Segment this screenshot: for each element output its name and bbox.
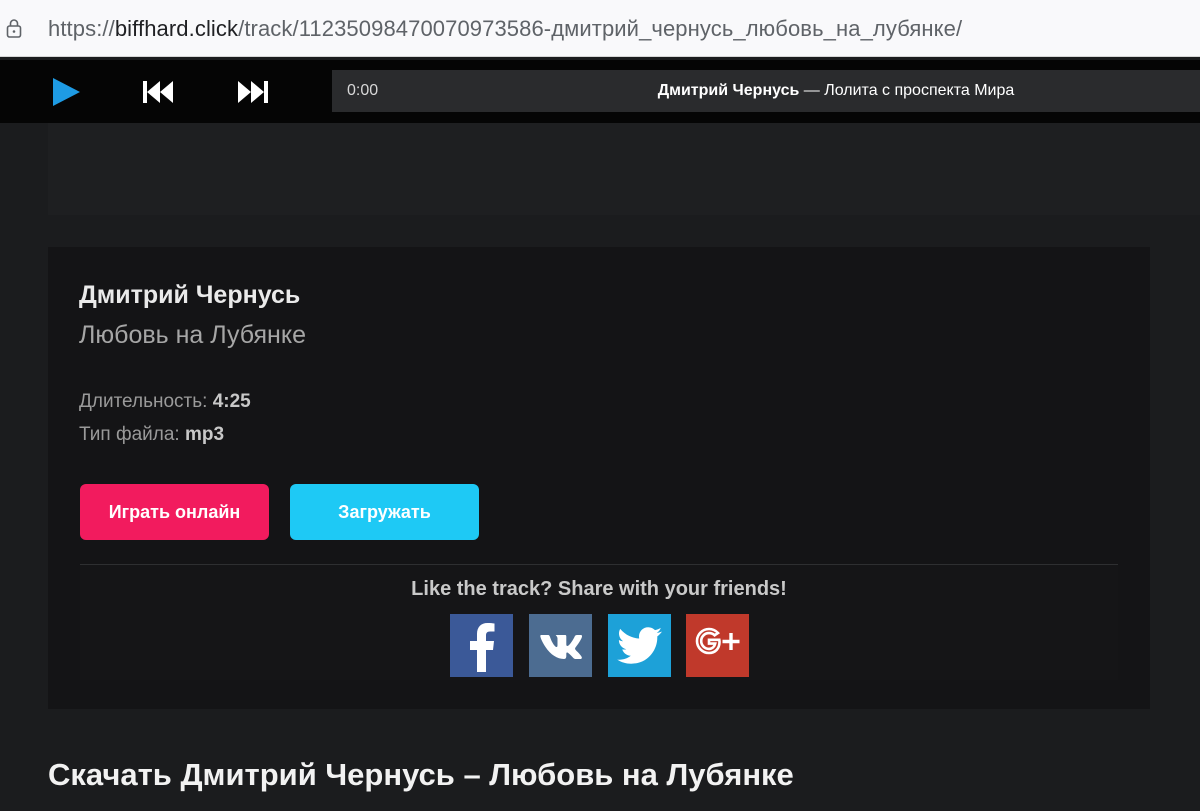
track-card: Дмитрий Чернусь Любовь на Лубянке Длител… xyxy=(48,247,1150,709)
now-playing-artist: Дмитрий Чернусь xyxy=(657,82,800,99)
facebook-icon xyxy=(469,622,494,672)
google-plus-icon xyxy=(695,627,739,654)
share-twitter-button[interactable] xyxy=(608,614,671,677)
ad-placeholder xyxy=(48,123,1200,215)
track-filetype: Тип файла: mp3 xyxy=(79,424,224,446)
now-playing-text: Дмитрий Чернусь — Лолита с проспекта Мир… xyxy=(332,82,1200,100)
share-facebook-button[interactable] xyxy=(450,614,513,677)
download-button[interactable]: Загружать xyxy=(290,484,479,540)
browser-address-bar[interactable]: https://biffhard.click/track/11235098470… xyxy=(0,0,1200,57)
url-text[interactable]: https://biffhard.click/track/11235098470… xyxy=(48,16,962,42)
track-title: Любовь на Лубянке xyxy=(79,321,306,349)
play-online-button[interactable]: Играть онлайн xyxy=(80,484,269,540)
url-prefix: https:// xyxy=(48,16,115,41)
page-heading: Скачать Дмитрий Чернусь – Любовь на Лубя… xyxy=(48,757,794,792)
share-caption: Like the track? Share with your friends! xyxy=(411,578,787,600)
previous-track-button[interactable] xyxy=(128,60,188,123)
url-domain: biffhard.click xyxy=(114,16,239,41)
duration-label: Длительность: xyxy=(79,391,213,412)
lock-icon xyxy=(6,19,22,38)
track-progress-bar[interactable]: 0:00 Дмитрий Чернусь — Лолита с проспект… xyxy=(332,70,1200,112)
duration-value: 4:25 xyxy=(212,391,251,412)
previous-track-icon xyxy=(143,80,173,103)
next-track-button[interactable] xyxy=(223,60,283,123)
url-path: /track/11235098470070973586-дмитрий_черн… xyxy=(238,16,963,41)
share-section: Like the track? Share with your friends! xyxy=(80,564,1118,680)
now-playing-title: — Лолита с проспекта Мира xyxy=(799,82,1015,99)
filetype-value: mp3 xyxy=(184,424,225,445)
share-google-plus-button[interactable] xyxy=(686,614,749,677)
twitter-icon xyxy=(616,626,662,664)
filetype-label: Тип файла: xyxy=(79,424,185,445)
play-icon xyxy=(53,77,80,106)
track-duration: Длительность: 4:25 xyxy=(79,391,251,413)
next-track-icon xyxy=(238,80,268,103)
track-artist: Дмитрий Чернусь xyxy=(79,281,301,309)
vk-icon xyxy=(539,634,582,659)
share-vk-button[interactable] xyxy=(529,614,592,677)
play-button[interactable] xyxy=(36,60,96,123)
